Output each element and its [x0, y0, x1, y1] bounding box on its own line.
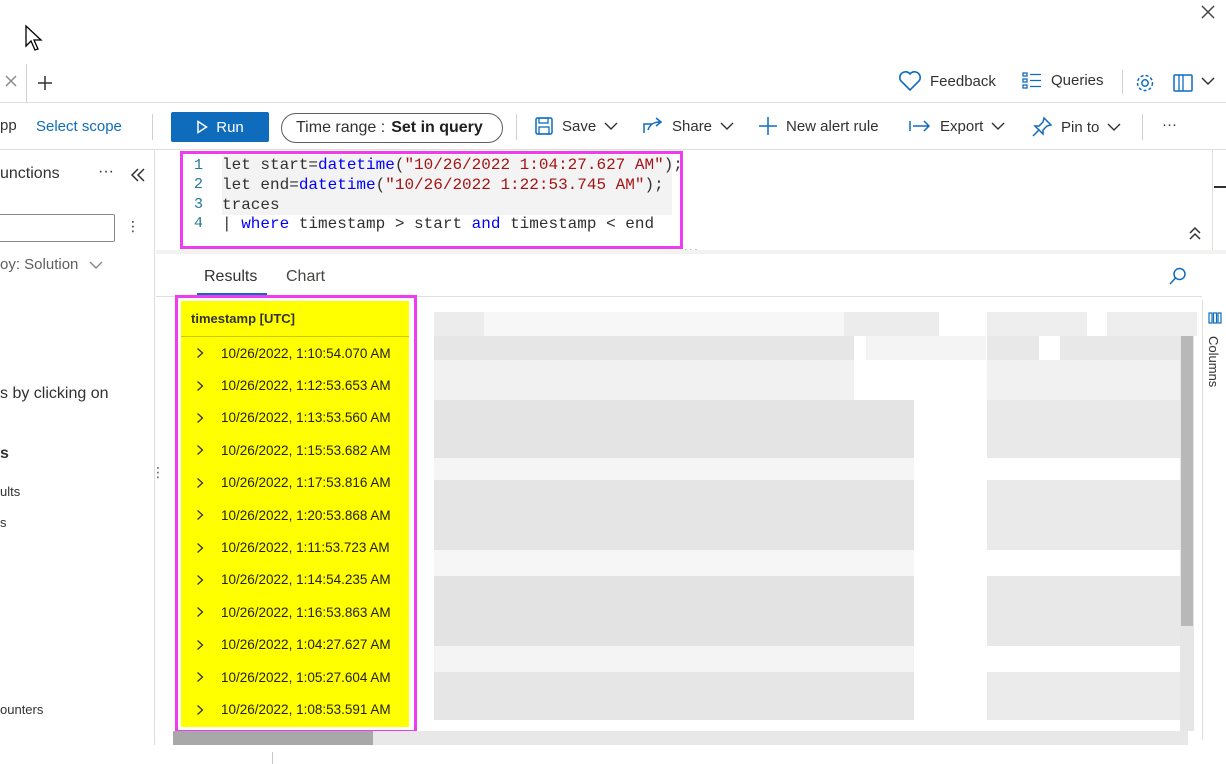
- export-button[interactable]: Export: [908, 116, 1005, 136]
- left-panel: unctions ··· ⋮ oy: Solution s by clickin…: [0, 150, 155, 764]
- columns-label: Columns: [1206, 336, 1221, 388]
- book-icon[interactable]: [1172, 72, 1194, 94]
- save-icon: [534, 116, 554, 136]
- window-close-icon[interactable]: [1198, 2, 1218, 22]
- chevron-down-icon: [89, 260, 103, 270]
- group-by-label: oy: Solution: [0, 256, 79, 273]
- results-highlight-frame: [175, 295, 417, 733]
- app-name-fragment: pp: [0, 117, 17, 134]
- status-divider: [272, 752, 273, 764]
- run-label: Run: [216, 118, 244, 136]
- chevron-down-icon[interactable]: [1201, 76, 1215, 86]
- save-button[interactable]: Save: [534, 116, 618, 136]
- panel-more-button[interactable]: ···: [98, 163, 114, 181]
- plus-icon: [758, 116, 778, 136]
- editor-highlight-frame: [180, 151, 683, 249]
- results-grid-blurred: [420, 300, 1198, 728]
- chevron-down-icon: [720, 121, 734, 131]
- chevron-down-icon: [991, 121, 1005, 131]
- vertical-scrollbar-thumb[interactable]: [1181, 336, 1193, 626]
- time-range-picker[interactable]: Time range : Set in query: [281, 113, 503, 143]
- tab-divider: [26, 64, 27, 102]
- tab-results[interactable]: Results: [204, 268, 257, 286]
- chevron-down-icon: [604, 121, 618, 131]
- time-range-value: Set in query: [391, 119, 483, 136]
- editor-scroll-edge: [1212, 150, 1213, 250]
- heart-icon: [898, 70, 922, 92]
- collapse-editor-icon[interactable]: [1188, 226, 1202, 240]
- panel-list-item[interactable]: s: [0, 515, 7, 530]
- share-label: Share: [672, 117, 713, 135]
- panel-section-heading: s: [0, 445, 9, 462]
- horizontal-scrollbar-thumb[interactable]: [173, 731, 373, 745]
- time-range-label: Time range :: [296, 119, 386, 136]
- panel-resize-handle[interactable]: ⋮: [151, 464, 165, 481]
- mouse-cursor-icon: [24, 24, 44, 52]
- editor-minimap-marker: [1214, 186, 1226, 188]
- status-bar: [0, 745, 1226, 764]
- group-by-dropdown[interactable]: oy: Solution: [0, 256, 103, 273]
- run-button[interactable]: Run: [171, 112, 269, 142]
- save-label: Save: [562, 117, 597, 135]
- panel-list-item[interactable]: ults: [0, 484, 20, 499]
- panel-hint-text: s by clicking on: [0, 385, 109, 402]
- columns-icon: [1208, 312, 1222, 324]
- tab-close-icon[interactable]: [4, 74, 18, 88]
- tab-chart[interactable]: Chart: [286, 268, 325, 286]
- editor-results-splitter[interactable]: [156, 250, 1226, 254]
- share-button[interactable]: Share: [642, 116, 734, 136]
- pin-to-button[interactable]: Pin to: [1031, 116, 1121, 138]
- export-icon: [908, 116, 932, 136]
- commandbar-divider: [516, 114, 517, 140]
- columns-side-panel-toggle[interactable]: Columns: [1202, 300, 1226, 740]
- search-icon[interactable]: [1168, 266, 1188, 286]
- play-icon: [196, 120, 209, 134]
- feedback-button[interactable]: Feedback: [898, 70, 996, 92]
- more-options-button[interactable]: ···: [1162, 116, 1177, 133]
- functions-tab[interactable]: unctions: [0, 165, 60, 183]
- queries-button[interactable]: Queries: [1021, 70, 1104, 90]
- collapse-panel-icon[interactable]: [130, 168, 146, 182]
- feedback-label: Feedback: [930, 72, 996, 90]
- new-alert-label: New alert rule: [786, 117, 879, 135]
- commandbar-divider: [152, 114, 153, 140]
- export-label: Export: [940, 117, 984, 135]
- select-scope-link[interactable]: Select scope: [36, 118, 122, 135]
- search-input[interactable]: [0, 214, 115, 242]
- search-more-icon[interactable]: ⋮: [126, 218, 140, 235]
- tabstrip-border: [0, 102, 1226, 103]
- pin-label: Pin to: [1061, 118, 1100, 136]
- chevron-down-icon: [1107, 122, 1121, 132]
- gear-icon[interactable]: [1134, 72, 1156, 94]
- share-icon: [642, 116, 664, 136]
- commandbar-divider: [1142, 114, 1143, 140]
- queries-list-icon: [1021, 70, 1043, 90]
- pin-icon: [1031, 116, 1053, 138]
- new-alert-rule-button[interactable]: New alert rule: [758, 116, 879, 136]
- panel-list-item[interactable]: ounters: [0, 702, 43, 717]
- toolbar-divider: [1122, 70, 1123, 94]
- add-tab-icon[interactable]: [36, 74, 54, 92]
- queries-label: Queries: [1051, 71, 1104, 89]
